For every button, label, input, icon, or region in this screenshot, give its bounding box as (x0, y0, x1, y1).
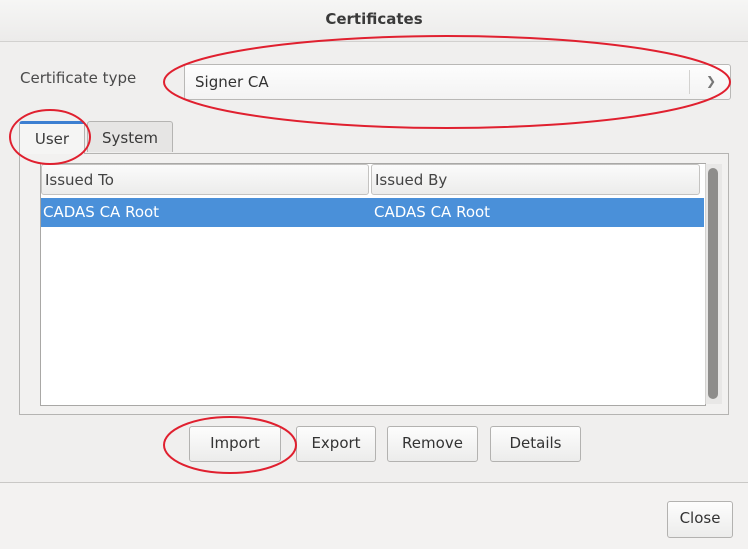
close-button[interactable]: Close (667, 501, 733, 538)
export-label-post: xport (320, 434, 361, 452)
import-label-post: mport (214, 434, 260, 452)
remove-label-post: ove (435, 434, 463, 452)
dialog-footer (0, 483, 748, 549)
title-bar: Certificates (0, 0, 748, 42)
column-header-issued-by[interactable]: Issued By (371, 164, 700, 195)
cell-issued-to: CADAS CA Root (43, 203, 160, 221)
tab-user-label: User (34, 130, 70, 148)
tab-system-label: System (102, 129, 158, 147)
remove-label-pre: Re (402, 434, 422, 452)
window-title: Certificates (325, 10, 423, 28)
export-mnemonic: E (311, 434, 321, 452)
table-row[interactable]: CADAS CA Root CADAS CA Root (41, 198, 704, 227)
combo-divider (689, 70, 690, 94)
scrollbar-thumb[interactable] (708, 168, 718, 399)
tab-system[interactable]: System (87, 121, 173, 152)
column-header-issued-to[interactable]: Issued To (41, 164, 369, 195)
details-button[interactable]: Details (490, 426, 581, 462)
remove-mnemonic: m (421, 434, 436, 452)
import-button[interactable]: Import (189, 426, 281, 462)
cell-issued-by: CADAS CA Root (374, 203, 491, 221)
remove-button[interactable]: Remove (387, 426, 478, 462)
details-mnemonic: D (509, 434, 522, 452)
export-button[interactable]: Export (296, 426, 376, 462)
tab-user[interactable]: User (19, 121, 85, 154)
column-header-label: Issued By (375, 171, 448, 189)
column-header-label: Issued To (45, 171, 114, 189)
chevron-down-icon[interactable]: ❯ (706, 74, 716, 88)
certificate-type-combo[interactable]: Signer CA ❯ (184, 64, 731, 100)
certificate-type-value: Signer CA (195, 73, 269, 91)
details-label-post: etails (521, 434, 562, 452)
certificate-type-label: Certificate type (20, 69, 137, 87)
